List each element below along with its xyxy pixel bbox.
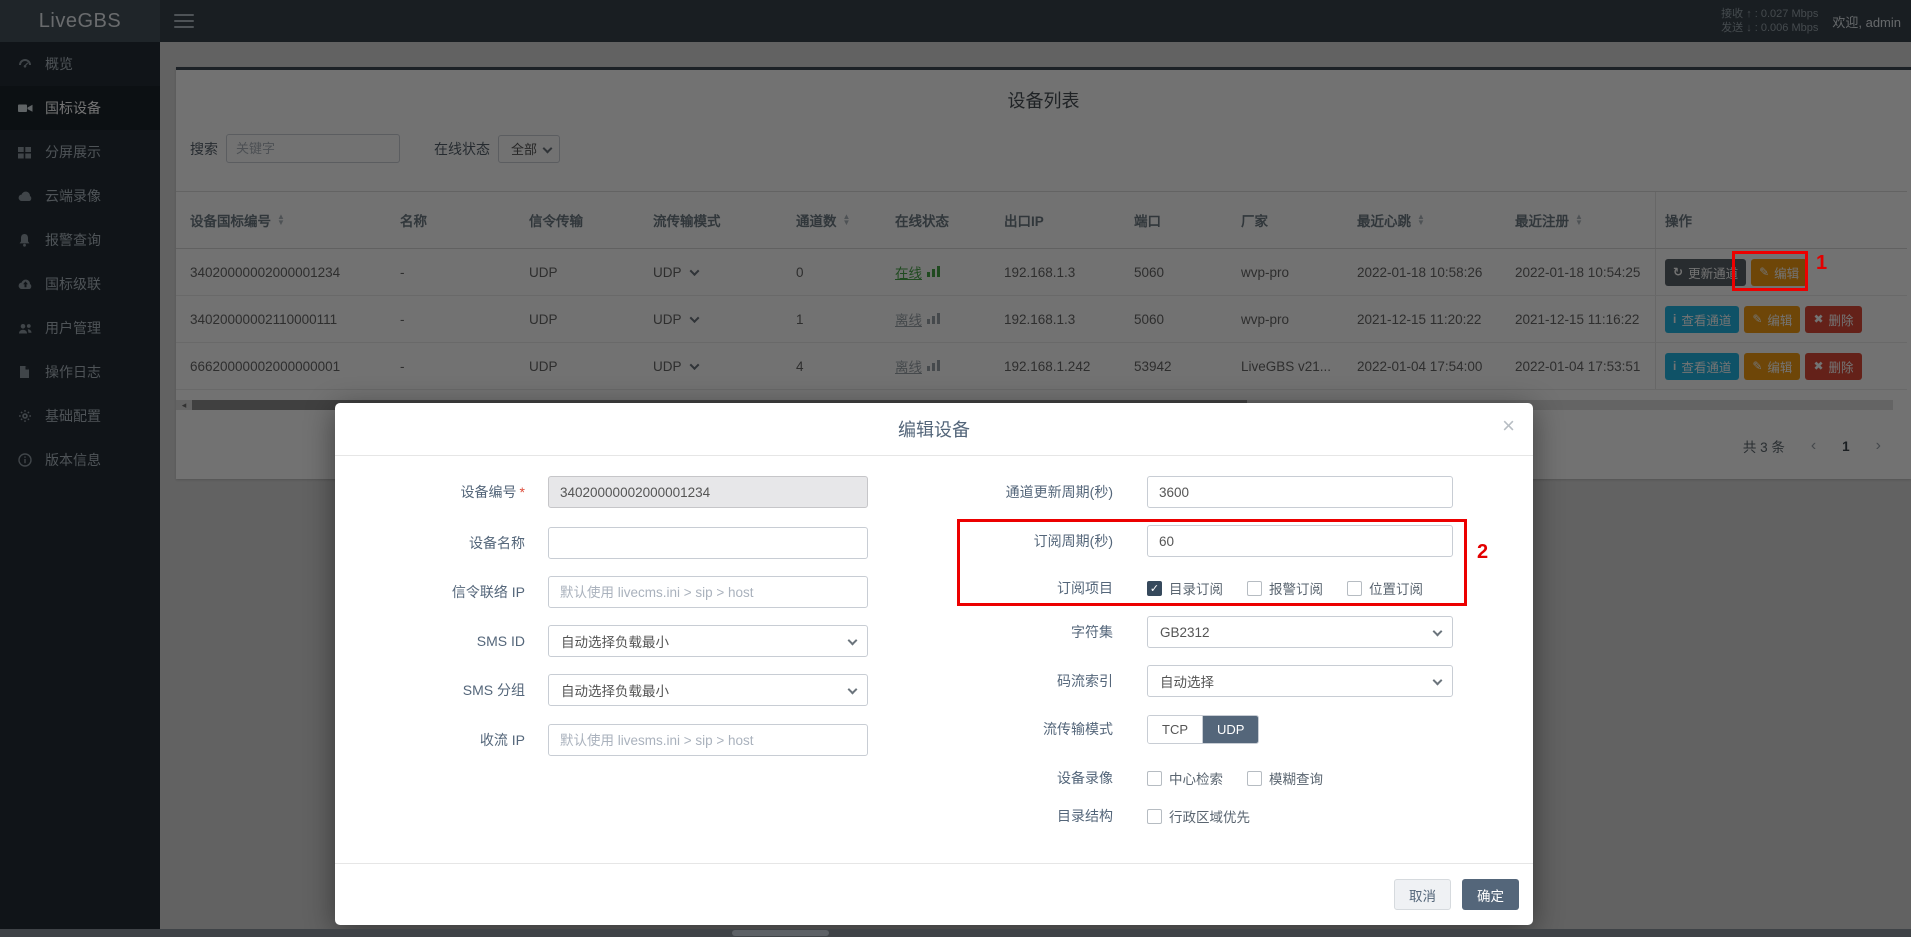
charset-select[interactable]: GB2312 [1147,616,1453,648]
cancel-button[interactable]: 取消 [1394,879,1451,910]
chevron-down-icon [1433,627,1443,637]
udp-option[interactable]: UDP [1203,716,1258,743]
channel-refresh-input[interactable] [1147,476,1453,508]
required-mark: * [520,484,525,500]
annotation-number-2: 2 [1477,541,1488,564]
modal-title: 编辑设备 [898,416,970,442]
scrollbar-thumb[interactable] [732,930,829,936]
field-stream-index: 码流索引 自动选择 [923,665,1483,697]
field-sms-id: SMS ID 自动选择负载最小 [335,625,895,657]
field-charset: 字符集 GB2312 [923,616,1483,648]
device-name-input[interactable] [548,527,868,559]
stream-receive-ip-input[interactable] [548,724,868,756]
edit-device-modal: 编辑设备 × 设备编号* 设备名称 信令联络 IP SMS ID 自动选择负载最… [335,403,1533,925]
checkbox-icon[interactable] [1247,771,1262,786]
tcp-option[interactable]: TCP [1148,716,1203,743]
field-recv-ip: 收流 IP [335,724,895,756]
chevron-down-icon [848,685,858,695]
annotation-box-step1 [1732,251,1808,291]
checkbox-icon[interactable] [1147,771,1162,786]
page-horizontal-scrollbar[interactable] [0,929,1911,937]
sms-group-select[interactable]: 自动选择负载最小 [548,674,868,706]
field-device-name: 设备名称 [335,527,895,559]
signal-contact-ip-input[interactable] [548,576,868,608]
field-dir-structure: 目录结构 行政区域优先 [923,801,1483,831]
annotation-box-step2 [957,519,1467,606]
close-icon[interactable]: × [1502,415,1515,437]
modal-footer: 取消 确定 [335,863,1533,925]
sms-id-select[interactable]: 自动选择负载最小 [548,625,868,657]
field-device-id: 设备编号* [335,476,895,508]
modal-header: 编辑设备 × [335,403,1533,456]
field-sms-group: SMS 分组 自动选择负载最小 [335,674,895,706]
checkbox-icon[interactable] [1147,809,1162,824]
chevron-down-icon [1433,676,1443,686]
stream-index-select[interactable]: 自动选择 [1147,665,1453,697]
stream-mode-toggle: TCP UDP [1147,715,1259,744]
checkbox-center-search[interactable]: 中心检索 [1147,768,1223,788]
confirm-button[interactable]: 确定 [1462,879,1519,910]
checkbox-admin-region-first[interactable]: 行政区域优先 [1147,806,1250,826]
device-id-input [548,476,868,508]
field-stream-mode: 流传输模式 TCP UDP [923,715,1483,743]
chevron-down-icon [848,636,858,646]
field-channel-refresh: 通道更新周期(秒) [923,476,1483,508]
field-signal-ip: 信令联络 IP [335,576,895,608]
checkbox-fuzzy-query[interactable]: 模糊查询 [1247,768,1323,788]
field-device-record: 设备录像 中心检索 模糊查询 [923,763,1483,793]
annotation-number-1: 1 [1816,252,1827,275]
